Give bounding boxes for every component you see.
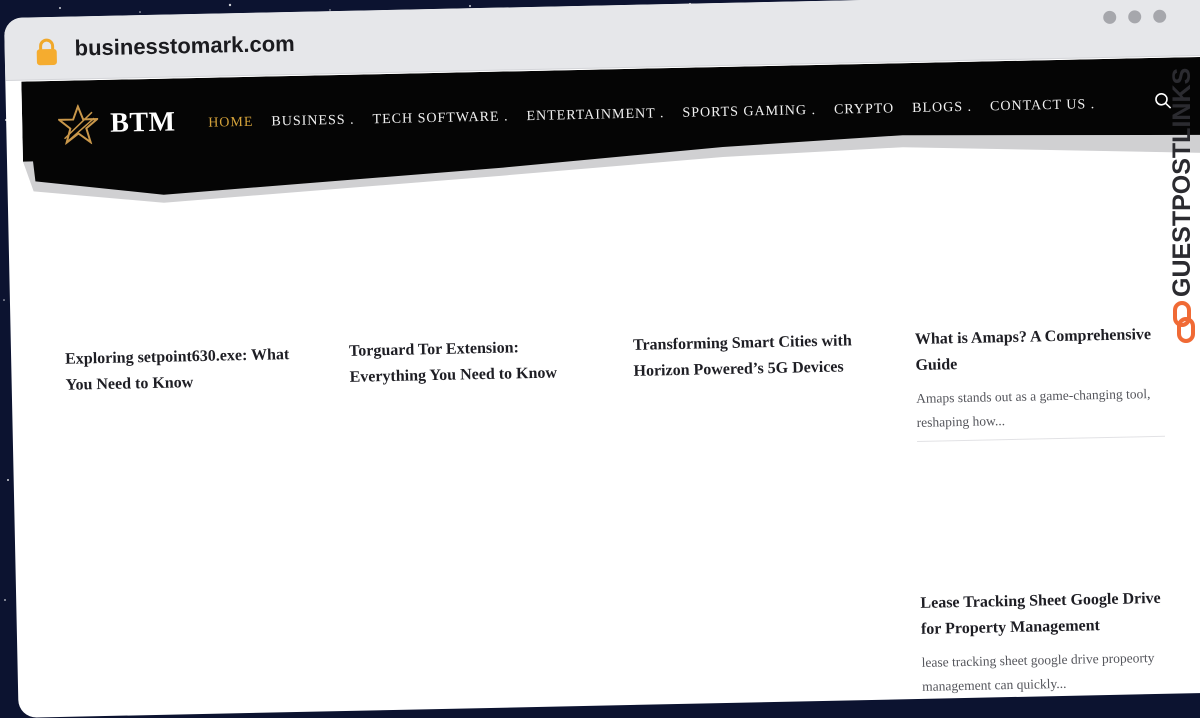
site-logo[interactable]: BTM [57, 102, 176, 145]
menu-item-tech-software[interactable]: TECH SOFTWARE . [372, 109, 508, 128]
lock-icon [36, 38, 57, 66]
link-chain-icon [1173, 301, 1195, 343]
post-excerpt: Amaps stands out as a game-changing tool… [916, 386, 1151, 430]
menu-item-entertainment[interactable]: ENTERTAINMENT . [526, 106, 664, 125]
url-text[interactable]: businesstomark.com [74, 31, 295, 62]
divider [917, 435, 1166, 442]
menu-item-crypto[interactable]: CRYPTO [834, 101, 895, 118]
post-title[interactable]: Lease Tracking Sheet Google Drive for Pr… [920, 586, 1166, 643]
window-dot-icon [1128, 10, 1142, 24]
post-title[interactable]: What is Amaps? A Comprehensive Guide [915, 322, 1161, 379]
post-grid: Exploring setpoint630.exe: What You Need… [8, 193, 1200, 718]
window-dot-icon [1153, 9, 1167, 23]
browser-window: businesstomark.com BTM HOME BUSINESS . T… [4, 0, 1200, 718]
post-title[interactable]: Exploring setpoint630.exe: What You Need… [65, 342, 316, 399]
post-excerpt: lease tracking sheet google drive propeo… [921, 650, 1155, 694]
post-title[interactable]: Torguard Tor Extension: Everything You N… [349, 334, 595, 391]
menu-item-contact-us[interactable]: CONTACT US . [990, 97, 1095, 115]
menu-item-home[interactable]: HOME [208, 115, 254, 132]
logo-text: BTM [109, 106, 176, 139]
menu-item-sports-gaming[interactable]: SPORTS GAMING . [682, 103, 816, 122]
post-title[interactable]: Transforming Smart Cities with Horizon P… [633, 328, 859, 385]
star-logo-icon [57, 104, 99, 145]
guestpostlinks-watermark: GUESTPOSTLINKS [1168, 68, 1196, 343]
menu-item-business[interactable]: BUSINESS . [271, 113, 354, 131]
window-controls [1103, 9, 1167, 24]
menu-item-blogs[interactable]: BLOGS . [912, 100, 972, 117]
watermark-text: GUESTPOSTLINKS [1168, 68, 1196, 297]
window-dot-icon [1103, 10, 1117, 24]
